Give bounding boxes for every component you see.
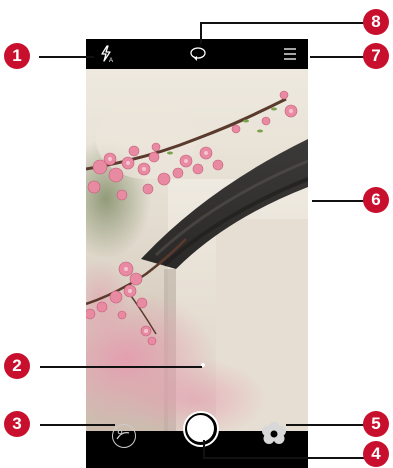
callout-4: 4 — [363, 441, 389, 467]
callout-4-leader-h — [203, 457, 364, 459]
callout-4-leader-v — [203, 440, 205, 457]
callout-2-leader — [40, 366, 202, 368]
callout-8: 8 — [363, 9, 389, 35]
gallery-thumbnail-icon[interactable] — [112, 424, 136, 448]
callout-1: 1 — [4, 43, 30, 69]
callout-3: 3 — [4, 411, 30, 437]
callout-6-leader — [312, 200, 364, 202]
svg-text:A: A — [109, 58, 113, 63]
callout-5: 5 — [363, 411, 389, 437]
callout-7: 7 — [363, 43, 389, 69]
callout-8-leader-h — [200, 22, 364, 24]
flash-auto-icon[interactable]: A — [98, 45, 116, 64]
callout-5-leader — [286, 424, 364, 426]
callout-7-leader — [310, 56, 364, 58]
callout-2: 2 — [4, 353, 30, 379]
menu-icon[interactable] — [283, 47, 297, 61]
bottom-toolbar — [86, 411, 308, 468]
filter-icon[interactable] — [261, 421, 287, 447]
callout-8-leader-v — [200, 22, 202, 44]
callout-3-leader — [40, 424, 115, 426]
viewfinder[interactable] — [86, 69, 308, 431]
viewfinder-scene — [86, 90, 308, 431]
callout-1-leader — [39, 56, 94, 58]
top-toolbar: A — [86, 39, 308, 69]
camera-screen: A — [86, 39, 308, 468]
shutter-button[interactable] — [183, 411, 219, 447]
switch-camera-icon[interactable] — [188, 45, 208, 63]
callout-6: 6 — [363, 187, 389, 213]
